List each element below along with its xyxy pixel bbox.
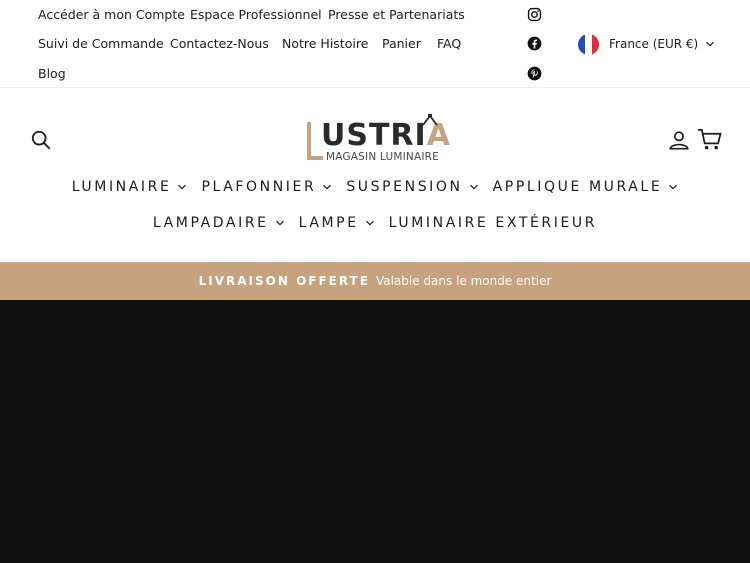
cart-icon[interactable] <box>697 128 722 151</box>
chevron-down-icon <box>469 184 478 190</box>
link-press[interactable]: Presse et Partenariats <box>328 7 465 23</box>
locale-label: France (EUR €) <box>609 37 699 51</box>
nav-label: PLAFONNIER <box>201 179 317 195</box>
chevron-down-icon <box>365 220 374 226</box>
link-faq[interactable]: FAQ <box>437 36 461 52</box>
link-professional[interactable]: Espace Professionnel <box>190 7 322 23</box>
promo-headline: LIVRAISON OFFERTE <box>198 274 370 288</box>
link-blog[interactable]: Blog <box>38 66 66 82</box>
nav-label: SUSPENSION <box>346 179 463 195</box>
logo-subtitle: MAGASIN LUMINAIRE <box>326 151 439 163</box>
chevron-down-icon <box>706 41 715 47</box>
account-icon[interactable] <box>668 129 690 151</box>
nav-lampadaire[interactable]: LAMPADAIRE <box>153 215 285 231</box>
france-flag-icon <box>578 33 599 55</box>
nav-luminaire[interactable]: LUMINAIRE <box>72 179 188 195</box>
nav-label: LAMPE <box>298 215 359 231</box>
nav-plafonnier[interactable]: PLAFONNIER <box>201 179 332 195</box>
instagram-icon[interactable] <box>526 6 543 23</box>
nav-label: LAMPADAIRE <box>152 215 269 231</box>
flag-stripe-red <box>592 33 599 55</box>
link-account[interactable]: Accéder à mon Compte <box>38 7 185 23</box>
site-logo[interactable]: USTRIA MAGASIN LUMINAIRE <box>307 114 450 168</box>
main-nav-row1: LUMINAIRE PLAFONNIER SUSPENSION APPLIQUE… <box>0 179 750 195</box>
nav-label: LUMINAIRE <box>71 179 172 195</box>
nav-lampe[interactable]: LAMPE <box>299 215 375 231</box>
locale-selector[interactable]: France (EUR €) <box>578 33 715 55</box>
link-our-story[interactable]: Notre Histoire <box>282 36 368 52</box>
chevron-down-icon <box>178 184 187 190</box>
link-cart[interactable]: Panier <box>382 36 421 52</box>
main-nav-row2: LAMPADAIRE LAMPE LUMINAIRE EXTÉRIEUR <box>0 215 750 231</box>
nav-label: LUMINAIRE EXTÉRIEUR <box>388 215 598 231</box>
flag-stripe-white <box>585 33 592 55</box>
top-utility-bar: Accéder à mon Compte Espace Professionne… <box>0 0 750 88</box>
pinterest-icon[interactable] <box>526 65 543 82</box>
lamp-icon <box>422 114 438 126</box>
promo-banner: LIVRAISON OFFERTE Valable dans le monde … <box>0 262 750 300</box>
nav-applique-murale[interactable]: APPLIQUE MURALE <box>493 179 679 195</box>
hero-banner <box>0 300 750 563</box>
chevron-down-icon <box>275 220 284 226</box>
search-icon[interactable] <box>30 129 52 151</box>
facebook-icon[interactable] <box>526 35 543 52</box>
flag-stripe-blue <box>578 33 585 55</box>
link-order-tracking[interactable]: Suivi de Commande <box>38 36 164 52</box>
link-contact[interactable]: Contactez-Nous <box>170 36 269 52</box>
chevron-down-icon <box>323 184 332 190</box>
chevron-down-icon <box>669 184 678 190</box>
nav-luminaire-exterieur[interactable]: LUMINAIRE EXTÉRIEUR <box>389 215 597 231</box>
nav-suspension[interactable]: SUSPENSION <box>346 179 478 195</box>
logo-word-main: USTRI <box>321 118 427 153</box>
nav-label: APPLIQUE MURALE <box>492 179 663 195</box>
promo-subtext: Valable dans le monde entier <box>375 274 552 288</box>
